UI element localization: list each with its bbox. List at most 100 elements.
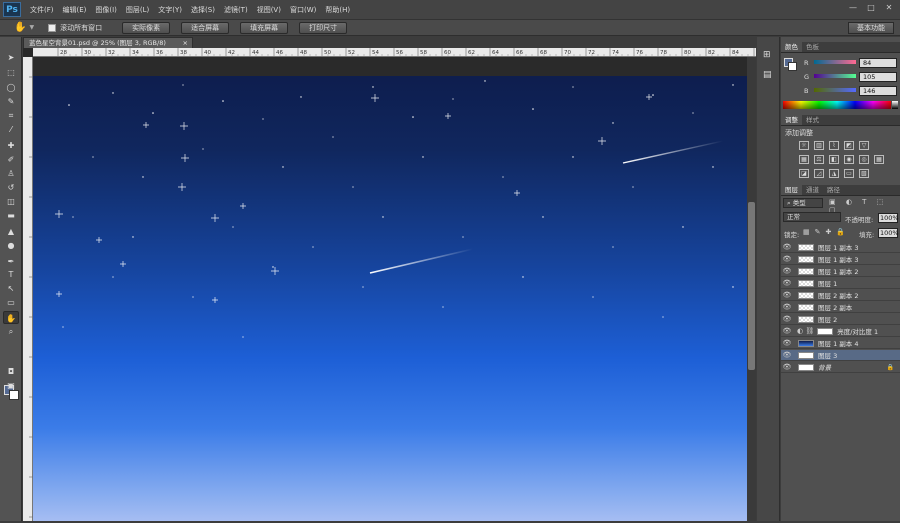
hand-icon[interactable]: ✋ xyxy=(14,22,26,33)
menu-filter[interactable]: 滤镜(T) xyxy=(224,5,248,15)
threshold-icon[interactable]: ◮ xyxy=(829,169,839,178)
properties-panel-icon[interactable]: ▤ xyxy=(763,70,772,80)
layer-row[interactable]: 👁 图层 2 xyxy=(781,314,900,325)
layer-row[interactable]: 👁 图层 1 副本 3 xyxy=(781,242,900,253)
menu-type[interactable]: 文字(Y) xyxy=(158,5,182,15)
color-balance-icon[interactable]: ⚖ xyxy=(814,155,824,164)
r-channel-slider[interactable] xyxy=(814,60,856,64)
layer-row-selected[interactable]: 👁 图层 3 xyxy=(781,350,900,361)
blend-mode-select[interactable]: 正常 xyxy=(783,212,841,222)
gradient-tool-icon[interactable]: ▬ xyxy=(3,209,19,222)
history-brush-tool-icon[interactable]: ↺ xyxy=(3,181,19,194)
b-channel-slider[interactable] xyxy=(814,88,856,92)
fill-screen-button[interactable]: 填充屏幕 xyxy=(240,21,289,34)
layer-row[interactable]: 👁 图层 2 副本 2 xyxy=(781,290,900,301)
lasso-tool-icon[interactable]: ◯ xyxy=(3,81,19,94)
menu-image[interactable]: 图像(I) xyxy=(95,5,117,15)
tab-channels[interactable]: 通道 xyxy=(802,185,823,195)
photo-filter-icon[interactable]: ◉ xyxy=(844,155,854,164)
menu-view[interactable]: 视图(V) xyxy=(257,5,281,15)
tab-adjustments[interactable]: 调整 xyxy=(781,115,802,125)
dodge-tool-icon[interactable]: ● xyxy=(3,239,19,252)
document-tab[interactable]: 蓝色星空背景01.psd @ 25% (图层 3, RGB/8) × xyxy=(23,37,193,48)
color-panel-background-swatch[interactable] xyxy=(788,62,797,71)
workspace-switcher[interactable]: 基本功能 xyxy=(848,22,894,34)
tool-preset-arrow-icon[interactable]: ▼ xyxy=(29,24,34,31)
brightness-icon[interactable]: ☼ xyxy=(799,141,809,150)
eye-icon[interactable]: 👁 xyxy=(781,255,793,263)
eye-icon[interactable]: 👁 xyxy=(781,363,793,371)
eye-icon[interactable]: 👁 xyxy=(781,315,793,323)
hue-saturation-icon[interactable]: ▦ xyxy=(799,155,809,164)
lock-icons[interactable]: ▦✎✚🔒 xyxy=(803,228,850,236)
minimize-button[interactable]: — xyxy=(846,2,860,14)
g-channel-slider[interactable] xyxy=(814,74,856,78)
menu-file[interactable]: 文件(F) xyxy=(30,5,54,15)
curves-icon[interactable]: ⌇ xyxy=(829,141,839,150)
eyedropper-tool-icon[interactable]: ⁄ xyxy=(3,123,19,136)
eye-icon[interactable]: 👁 xyxy=(781,267,793,275)
menu-layer[interactable]: 图层(L) xyxy=(126,5,149,15)
eye-icon[interactable]: 👁 xyxy=(781,339,793,347)
brush-tool-icon[interactable]: ✐ xyxy=(3,153,19,166)
menu-edit[interactable]: 编辑(E) xyxy=(63,5,87,15)
crop-tool-icon[interactable]: ⌗ xyxy=(3,109,19,122)
eye-icon[interactable]: 👁 xyxy=(781,279,793,287)
type-tool-icon[interactable]: T xyxy=(3,268,19,281)
screen-mode-icon[interactable]: ▣ xyxy=(3,379,19,392)
healing-brush-tool-icon[interactable]: ✚ xyxy=(3,139,19,152)
layer-row[interactable]: 👁 图层 1 副本 3 xyxy=(781,254,900,265)
menu-select[interactable]: 选择(S) xyxy=(191,5,215,15)
move-tool-icon[interactable]: ➤ xyxy=(3,51,19,64)
menu-help[interactable]: 帮助(H) xyxy=(325,5,350,15)
black-white-ramp[interactable] xyxy=(892,101,898,109)
posterize-icon[interactable]: ◿ xyxy=(814,169,824,178)
scrollbar-thumb[interactable] xyxy=(748,202,755,370)
fill-input[interactable]: 100% xyxy=(878,228,899,238)
opacity-input[interactable]: 100% xyxy=(878,213,899,223)
layer-row[interactable]: 👁 ◐ ⛓ 亮度/对比度 1 xyxy=(781,326,900,337)
layer-row[interactable]: 👁 背景 🔒 xyxy=(781,362,900,373)
b-channel-input[interactable]: 146 xyxy=(859,86,897,96)
eye-icon[interactable]: 👁 xyxy=(781,291,793,299)
levels-icon[interactable]: ▥ xyxy=(814,141,824,150)
eye-icon[interactable]: 👁 xyxy=(781,327,793,335)
black-white-icon[interactable]: ◧ xyxy=(829,155,839,164)
tab-color[interactable]: 颜色 xyxy=(781,42,802,52)
hand-tool-icon[interactable]: ✋ xyxy=(3,311,19,324)
g-channel-input[interactable]: 105 xyxy=(859,72,897,82)
history-panel-icon[interactable]: ⊞ xyxy=(763,50,771,60)
eye-icon[interactable]: 👁 xyxy=(781,351,793,359)
layer-row[interactable]: 👁 图层 2 副本 xyxy=(781,302,900,313)
eraser-tool-icon[interactable]: ◫ xyxy=(3,195,19,208)
color-lookup-icon[interactable]: ▦ xyxy=(874,155,884,164)
tab-swatches[interactable]: 色板 xyxy=(802,42,823,52)
gradient-map-icon[interactable]: ▭ xyxy=(844,169,854,178)
channel-mixer-icon[interactable]: ◎ xyxy=(859,155,869,164)
vertical-scrollbar[interactable] xyxy=(747,57,756,521)
print-size-button[interactable]: 打印尺寸 xyxy=(299,21,348,34)
close-button[interactable]: ✕ xyxy=(882,2,896,14)
clone-stamp-tool-icon[interactable]: ♙ xyxy=(3,167,19,180)
tab-layers[interactable]: 图层 xyxy=(781,185,802,195)
layer-filter-select[interactable]: ⌕ 类型 xyxy=(783,198,823,208)
color-spectrum-ramp[interactable] xyxy=(783,101,891,109)
vibrance-icon[interactable]: ▽ xyxy=(859,141,869,150)
shape-tool-icon[interactable]: ▭ xyxy=(3,296,19,309)
image-canvas[interactable] xyxy=(33,57,747,521)
exposure-icon[interactable]: ◩ xyxy=(844,141,854,150)
layer-row[interactable]: 👁 图层 1 副本 4 xyxy=(781,338,900,349)
maximize-button[interactable]: □ xyxy=(864,2,878,14)
eye-icon[interactable]: 👁 xyxy=(781,243,793,251)
r-channel-input[interactable]: 84 xyxy=(859,58,897,68)
path-select-tool-icon[interactable]: ↖ xyxy=(3,282,19,295)
pen-tool-icon[interactable]: ✒ xyxy=(3,255,19,268)
menu-window[interactable]: 窗口(W) xyxy=(290,5,316,15)
quick-mask-icon[interactable]: ◘ xyxy=(3,365,19,378)
blur-tool-icon[interactable]: ▲ xyxy=(3,225,19,238)
marquee-tool-icon[interactable]: ⬚ xyxy=(3,66,19,79)
zoom-tool-icon[interactable]: ⌕ xyxy=(3,325,19,338)
scroll-all-windows-checkbox[interactable] xyxy=(48,23,57,32)
layer-row[interactable]: 👁 图层 1 副本 2 xyxy=(781,266,900,277)
selective-color-icon[interactable]: ▧ xyxy=(859,169,869,178)
